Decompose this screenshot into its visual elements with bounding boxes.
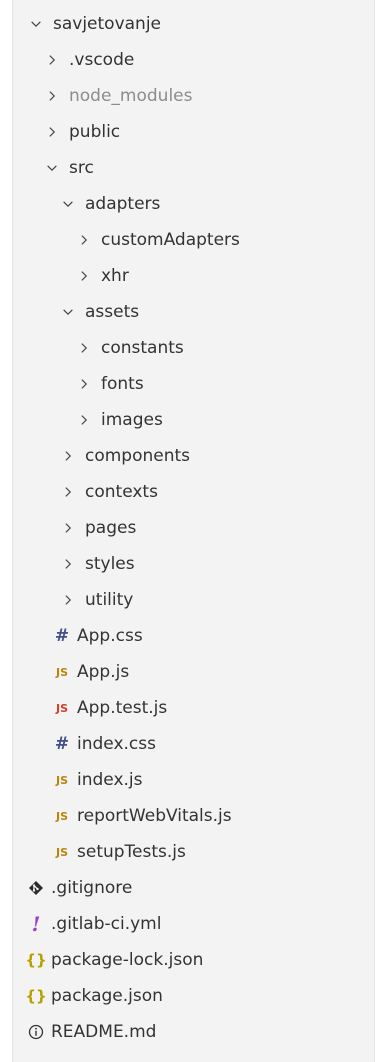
folder-row-assets[interactable]: assets bbox=[13, 294, 374, 330]
file-row-reportwebvitals-js[interactable]: JS reportWebVitals.js bbox=[13, 798, 374, 834]
file-label: .gitignore bbox=[51, 878, 133, 898]
file-label: reportWebVitals.js bbox=[77, 806, 232, 826]
js-icon: JS bbox=[55, 845, 68, 859]
folder-row-fonts[interactable]: fonts bbox=[13, 366, 374, 402]
file-label: App.test.js bbox=[77, 698, 168, 718]
file-label: package-lock.json bbox=[51, 950, 204, 970]
file-row-index-js[interactable]: JS index.js bbox=[13, 762, 374, 798]
chevron-right-icon bbox=[59, 591, 77, 609]
folder-row-src[interactable]: src bbox=[13, 150, 374, 186]
folder-label: assets bbox=[85, 302, 140, 322]
folder-row-constants[interactable]: constants bbox=[13, 330, 374, 366]
folder-label: xhr bbox=[101, 266, 129, 286]
folder-label: constants bbox=[101, 338, 184, 358]
chevron-right-icon bbox=[43, 123, 61, 141]
file-label: setupTests.js bbox=[77, 842, 186, 862]
git-diamond-icon bbox=[27, 879, 45, 897]
folder-label: src bbox=[69, 158, 94, 178]
js-icon: JS bbox=[55, 809, 68, 823]
chevron-right-icon bbox=[75, 339, 93, 357]
chevron-right-icon bbox=[75, 267, 93, 285]
info-icon bbox=[27, 1023, 45, 1041]
chevron-right-icon bbox=[75, 411, 93, 429]
folder-row-public[interactable]: public bbox=[13, 114, 374, 150]
file-label: App.css bbox=[77, 626, 143, 646]
folder-row-styles[interactable]: styles bbox=[13, 546, 374, 582]
folder-row-customadapters[interactable]: customAdapters bbox=[13, 222, 374, 258]
json-braces-icon: {} bbox=[25, 951, 47, 969]
folder-row-node-modules[interactable]: node_modules bbox=[13, 78, 374, 114]
folder-row-pages[interactable]: pages bbox=[13, 510, 374, 546]
chevron-down-icon bbox=[27, 15, 45, 33]
chevron-down-icon bbox=[59, 195, 77, 213]
js-icon: JS bbox=[55, 665, 68, 679]
chevron-down-icon bbox=[43, 159, 61, 177]
file-label: index.css bbox=[77, 734, 156, 754]
chevron-right-icon bbox=[75, 231, 93, 249]
file-label: package.json bbox=[51, 986, 163, 1006]
file-row-package-json[interactable]: {} package.json bbox=[13, 978, 374, 1014]
folder-label: customAdapters bbox=[101, 230, 240, 250]
file-row-app-test-js[interactable]: JS App.test.js bbox=[13, 690, 374, 726]
file-row-gitignore[interactable]: .gitignore bbox=[13, 870, 374, 906]
folder-label: styles bbox=[85, 554, 135, 574]
file-row-setuptests-js[interactable]: JS setupTests.js bbox=[13, 834, 374, 870]
folder-row-components[interactable]: components bbox=[13, 438, 374, 474]
folder-label: pages bbox=[85, 518, 137, 538]
folder-label: contexts bbox=[85, 482, 158, 502]
file-label: .gitlab-ci.yml bbox=[51, 914, 162, 934]
css-hash-icon: # bbox=[54, 734, 70, 754]
chevron-right-icon bbox=[59, 555, 77, 573]
file-label: index.js bbox=[77, 770, 143, 790]
folder-row-savjetovanje[interactable]: savjetovanje bbox=[13, 6, 374, 42]
file-row-package-lock-json[interactable]: {} package-lock.json bbox=[13, 942, 374, 978]
folder-label: .vscode bbox=[69, 50, 135, 70]
file-label: App.js bbox=[77, 662, 130, 682]
chevron-right-icon bbox=[43, 87, 61, 105]
folder-label: node_modules bbox=[69, 86, 193, 106]
folder-row-xhr[interactable]: xhr bbox=[13, 258, 374, 294]
folder-row-images[interactable]: images bbox=[13, 402, 374, 438]
chevron-right-icon bbox=[59, 483, 77, 501]
js-icon: JS bbox=[55, 773, 68, 787]
file-row-app-css[interactable]: # App.css bbox=[13, 618, 374, 654]
chevron-right-icon bbox=[43, 51, 61, 69]
folder-row-utility[interactable]: utility bbox=[13, 582, 374, 618]
chevron-right-icon bbox=[75, 375, 93, 393]
folder-label: images bbox=[101, 410, 163, 430]
folder-row-adapters[interactable]: adapters bbox=[13, 186, 374, 222]
js-test-icon: JS bbox=[55, 701, 68, 715]
file-row-index-css[interactable]: # index.css bbox=[13, 726, 374, 762]
folder-label: fonts bbox=[101, 374, 144, 394]
folder-label: components bbox=[85, 446, 191, 466]
file-row-readme-md[interactable]: README.md bbox=[13, 1014, 374, 1050]
folder-label: adapters bbox=[85, 194, 161, 214]
file-explorer: savjetovanje .vscode node_modules public… bbox=[12, 0, 375, 1062]
css-hash-icon: # bbox=[54, 626, 70, 646]
folder-label: utility bbox=[85, 590, 134, 610]
folder-label: public bbox=[69, 122, 121, 142]
file-row-gitlab-ci-yml[interactable]: ! .gitlab-ci.yml bbox=[13, 906, 374, 942]
folder-label: savjetovanje bbox=[53, 14, 162, 34]
file-label: README.md bbox=[51, 1022, 157, 1042]
chevron-right-icon bbox=[59, 447, 77, 465]
folder-row-contexts[interactable]: contexts bbox=[13, 474, 374, 510]
file-row-app-js[interactable]: JS App.js bbox=[13, 654, 374, 690]
folder-row-vscode[interactable]: .vscode bbox=[13, 42, 374, 78]
yml-exclamation-icon: ! bbox=[31, 912, 41, 936]
chevron-right-icon bbox=[59, 519, 77, 537]
chevron-down-icon bbox=[59, 303, 77, 321]
json-braces-icon: {} bbox=[25, 987, 47, 1005]
